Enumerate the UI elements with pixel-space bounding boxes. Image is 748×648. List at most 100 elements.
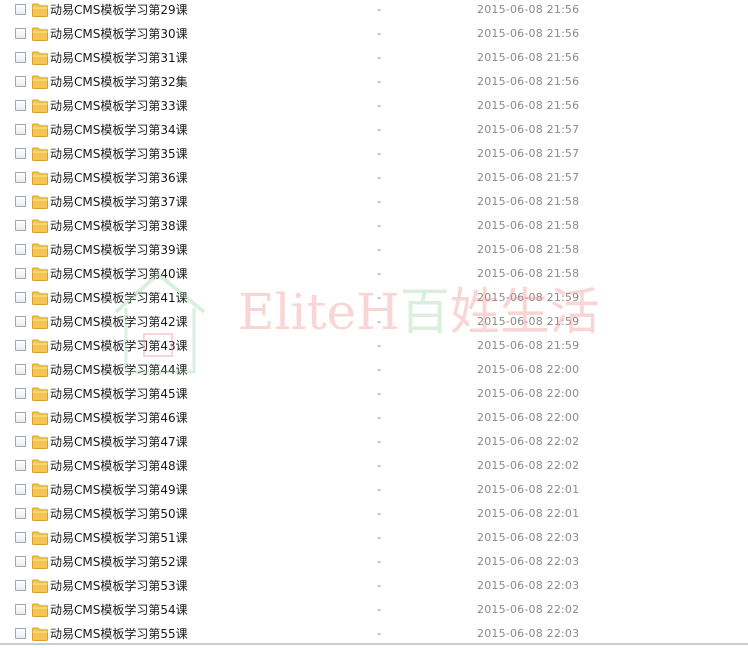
table-row[interactable]: 动易CMS模板学习第33课 - 2015-06-08 21:56 xyxy=(0,96,748,120)
modified-time: 2015-06-08 22:02 xyxy=(477,459,580,472)
table-row[interactable]: 动易CMS模板学习第54课 - 2015-06-08 22:02 xyxy=(0,600,748,624)
modified-time: 2015-06-08 22:00 xyxy=(477,411,580,424)
file-size: - xyxy=(377,315,381,328)
file-name-link[interactable]: 动易CMS模板学习第44课 xyxy=(50,362,188,378)
file-name-link[interactable]: 动易CMS模板学习第53课 xyxy=(50,578,188,594)
file-size: - xyxy=(377,603,381,616)
row-checkbox[interactable] xyxy=(15,172,26,183)
file-size: - xyxy=(377,555,381,568)
table-row[interactable]: 动易CMS模板学习第32集 - 2015-06-08 21:56 xyxy=(0,72,748,96)
file-name-link[interactable]: 动易CMS模板学习第51课 xyxy=(50,530,188,546)
folder-icon xyxy=(32,291,48,305)
table-row[interactable]: 动易CMS模板学习第39课 - 2015-06-08 21:58 xyxy=(0,240,748,264)
folder-icon xyxy=(32,243,48,257)
row-checkbox[interactable] xyxy=(15,124,26,135)
file-name-link[interactable]: 动易CMS模板学习第41课 xyxy=(50,290,188,306)
table-row[interactable]: 动易CMS模板学习第34课 - 2015-06-08 21:57 xyxy=(0,120,748,144)
table-row[interactable]: 动易CMS模板学习第50课 - 2015-06-08 22:01 xyxy=(0,504,748,528)
row-checkbox[interactable] xyxy=(15,268,26,279)
table-row[interactable]: 动易CMS模板学习第42课 - 2015-06-08 21:59 xyxy=(0,312,748,336)
row-checkbox[interactable] xyxy=(15,556,26,567)
row-checkbox[interactable] xyxy=(15,292,26,303)
table-row[interactable]: 动易CMS模板学习第36课 - 2015-06-08 21:57 xyxy=(0,168,748,192)
modified-time: 2015-06-08 21:56 xyxy=(477,99,580,112)
table-row[interactable]: 动易CMS模板学习第51课 - 2015-06-08 22:03 xyxy=(0,528,748,552)
table-row[interactable]: 动易CMS模板学习第41课 - 2015-06-08 21:59 xyxy=(0,288,748,312)
table-row[interactable]: 动易CMS模板学习第43课 - 2015-06-08 21:59 xyxy=(0,336,748,360)
file-name-link[interactable]: 动易CMS模板学习第34课 xyxy=(50,122,188,138)
file-name-link[interactable]: 动易CMS模板学习第33课 xyxy=(50,98,188,114)
row-checkbox[interactable] xyxy=(15,484,26,495)
file-name-link[interactable]: 动易CMS模板学习第39课 xyxy=(50,242,188,258)
row-checkbox[interactable] xyxy=(15,436,26,447)
row-checkbox[interactable] xyxy=(15,100,26,111)
table-row[interactable]: 动易CMS模板学习第37课 - 2015-06-08 21:58 xyxy=(0,192,748,216)
file-size: - xyxy=(377,363,381,376)
file-name-link[interactable]: 动易CMS模板学习第55课 xyxy=(50,626,188,642)
folder-icon xyxy=(32,459,48,473)
row-checkbox[interactable] xyxy=(15,508,26,519)
row-checkbox[interactable] xyxy=(15,244,26,255)
row-checkbox[interactable] xyxy=(15,460,26,471)
table-row[interactable]: 动易CMS模板学习第52课 - 2015-06-08 22:03 xyxy=(0,552,748,576)
table-row[interactable]: 动易CMS模板学习第29课 - 2015-06-08 21:56 xyxy=(0,0,748,24)
row-checkbox[interactable] xyxy=(15,412,26,423)
file-name-link[interactable]: 动易CMS模板学习第43课 xyxy=(50,338,188,354)
row-checkbox[interactable] xyxy=(15,340,26,351)
modified-time: 2015-06-08 21:56 xyxy=(477,51,580,64)
file-name-link[interactable]: 动易CMS模板学习第32集 xyxy=(50,74,188,90)
table-row[interactable]: 动易CMS模板学习第35课 - 2015-06-08 21:57 xyxy=(0,144,748,168)
file-name-link[interactable]: 动易CMS模板学习第46课 xyxy=(50,410,188,426)
modified-time: 2015-06-08 21:57 xyxy=(477,171,580,184)
table-row[interactable]: 动易CMS模板学习第30课 - 2015-06-08 21:56 xyxy=(0,24,748,48)
table-row[interactable]: 动易CMS模板学习第48课 - 2015-06-08 22:02 xyxy=(0,456,748,480)
file-name-link[interactable]: 动易CMS模板学习第54课 xyxy=(50,602,188,618)
modified-time: 2015-06-08 21:56 xyxy=(477,75,580,88)
file-name-link[interactable]: 动易CMS模板学习第45课 xyxy=(50,386,188,402)
table-row[interactable]: 动易CMS模板学习第47课 - 2015-06-08 22:02 xyxy=(0,432,748,456)
row-checkbox[interactable] xyxy=(15,580,26,591)
table-row[interactable]: 动易CMS模板学习第53课 - 2015-06-08 22:03 xyxy=(0,576,748,600)
modified-time: 2015-06-08 21:58 xyxy=(477,195,580,208)
table-row[interactable]: 动易CMS模板学习第31课 - 2015-06-08 21:56 xyxy=(0,48,748,72)
file-name-link[interactable]: 动易CMS模板学习第29课 xyxy=(50,2,188,18)
folder-icon xyxy=(32,579,48,593)
file-name-link[interactable]: 动易CMS模板学习第47课 xyxy=(50,434,188,450)
file-name-link[interactable]: 动易CMS模板学习第38课 xyxy=(50,218,188,234)
row-checkbox[interactable] xyxy=(15,388,26,399)
file-name-link[interactable]: 动易CMS模板学习第50课 xyxy=(50,506,188,522)
file-name-link[interactable]: 动易CMS模板学习第40课 xyxy=(50,266,188,282)
row-checkbox[interactable] xyxy=(15,316,26,327)
file-name-link[interactable]: 动易CMS模板学习第31课 xyxy=(50,50,188,66)
row-checkbox[interactable] xyxy=(15,364,26,375)
table-row[interactable]: 动易CMS模板学习第46课 - 2015-06-08 22:00 xyxy=(0,408,748,432)
row-checkbox[interactable] xyxy=(15,604,26,615)
row-checkbox[interactable] xyxy=(15,28,26,39)
file-size: - xyxy=(377,243,381,256)
row-checkbox[interactable] xyxy=(15,76,26,87)
file-size: - xyxy=(377,387,381,400)
row-checkbox[interactable] xyxy=(15,52,26,63)
row-checkbox[interactable] xyxy=(15,4,26,15)
file-name-link[interactable]: 动易CMS模板学习第36课 xyxy=(50,170,188,186)
modified-time: 2015-06-08 21:59 xyxy=(477,315,580,328)
table-row[interactable]: 动易CMS模板学习第40课 - 2015-06-08 21:58 xyxy=(0,264,748,288)
row-checkbox[interactable] xyxy=(15,628,26,639)
table-row[interactable]: 动易CMS模板学习第49课 - 2015-06-08 22:01 xyxy=(0,480,748,504)
file-name-link[interactable]: 动易CMS模板学习第37课 xyxy=(50,194,188,210)
row-checkbox[interactable] xyxy=(15,532,26,543)
file-name-link[interactable]: 动易CMS模板学习第35课 xyxy=(50,146,188,162)
file-size: - xyxy=(377,267,381,280)
file-name-link[interactable]: 动易CMS模板学习第52课 xyxy=(50,554,188,570)
row-checkbox[interactable] xyxy=(15,148,26,159)
table-row[interactable]: 动易CMS模板学习第45课 - 2015-06-08 22:00 xyxy=(0,384,748,408)
row-checkbox[interactable] xyxy=(15,220,26,231)
table-row[interactable]: 动易CMS模板学习第38课 - 2015-06-08 21:58 xyxy=(0,216,748,240)
file-name-link[interactable]: 动易CMS模板学习第42课 xyxy=(50,314,188,330)
file-name-link[interactable]: 动易CMS模板学习第30课 xyxy=(50,26,188,42)
file-size: - xyxy=(377,3,381,16)
file-name-link[interactable]: 动易CMS模板学习第48课 xyxy=(50,458,188,474)
row-checkbox[interactable] xyxy=(15,196,26,207)
table-row[interactable]: 动易CMS模板学习第44课 - 2015-06-08 22:00 xyxy=(0,360,748,384)
file-name-link[interactable]: 动易CMS模板学习第49课 xyxy=(50,482,188,498)
